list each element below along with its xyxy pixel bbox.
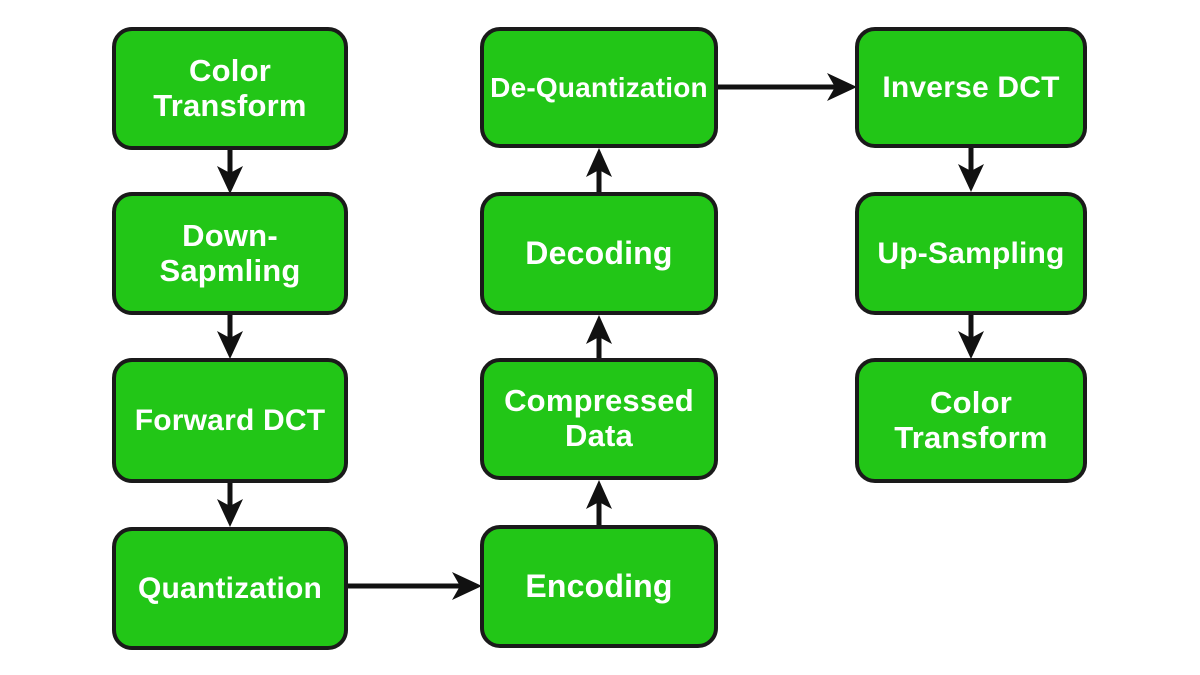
flowchart-canvas: Color Transform Down- Sapmling Forward D…: [0, 0, 1200, 675]
node-compressed-data[interactable]: Compressed Data: [480, 358, 718, 480]
node-label: De-Quantization: [490, 71, 708, 103]
node-label: Decoding: [525, 234, 673, 271]
edge-decoding-to-de-quantization: [586, 148, 612, 194]
edge-up-sampling-to-color-transform: [958, 313, 984, 359]
node-color-transform-encoder[interactable]: Color Transform: [112, 27, 348, 150]
node-forward-dct[interactable]: Forward DCT: [112, 358, 348, 483]
node-label: Down- Sapmling: [159, 217, 301, 288]
node-de-quantization[interactable]: De-Quantization: [480, 27, 718, 148]
node-decoding[interactable]: Decoding: [480, 192, 718, 315]
edge-inverse-dct-to-up-sampling: [958, 146, 984, 192]
node-color-transform-decoder[interactable]: Color Transform: [855, 358, 1087, 483]
node-up-sampling[interactable]: Up-Sampling: [855, 192, 1087, 315]
edge-forward-dct-to-quantization: [217, 481, 243, 527]
node-label: Quantization: [137, 571, 323, 605]
node-label: Color Transform: [153, 52, 307, 123]
edge-quantization-to-encoding: [344, 572, 482, 600]
node-label: Color Transform: [894, 384, 1048, 455]
node-encoding[interactable]: Encoding: [480, 525, 718, 648]
edge-down-sampling-to-forward-dct: [217, 313, 243, 359]
node-inverse-dct[interactable]: Inverse DCT: [855, 27, 1087, 148]
node-label: Up-Sampling: [877, 236, 1065, 270]
node-quantization[interactable]: Quantization: [112, 527, 348, 650]
edge-encoding-to-compressed-data: [586, 480, 612, 527]
edge-color-transform-to-down-sampling: [217, 148, 243, 194]
node-label: Compressed Data: [504, 383, 694, 453]
edge-de-quantization-to-inverse-dct: [714, 73, 857, 101]
node-down-sampling[interactable]: Down- Sapmling: [112, 192, 348, 315]
node-label: Inverse DCT: [882, 70, 1060, 104]
edge-compressed-data-to-decoding: [586, 315, 612, 360]
node-label: Forward DCT: [134, 403, 326, 437]
node-label: Encoding: [525, 567, 673, 604]
